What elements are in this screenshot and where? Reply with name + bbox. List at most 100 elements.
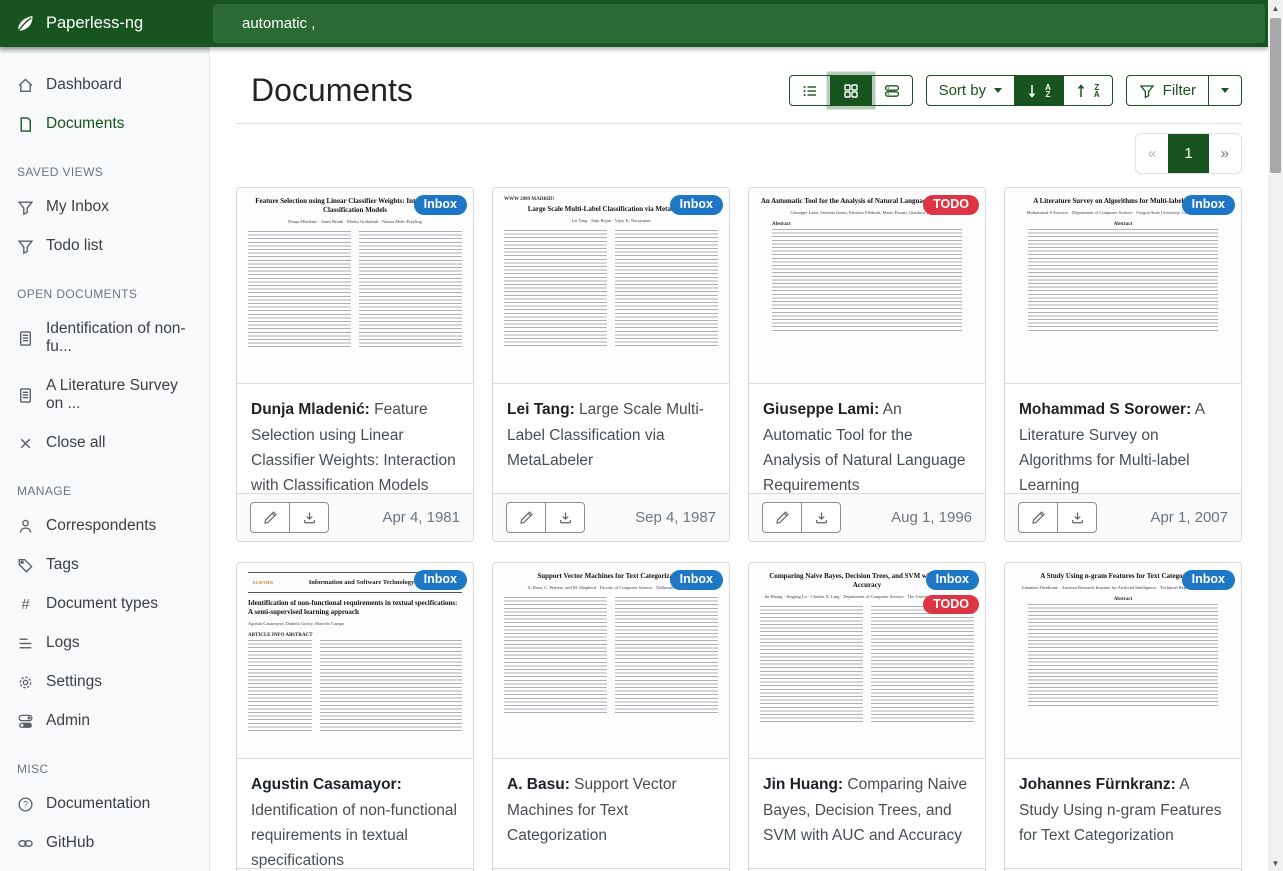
funnel-icon xyxy=(17,199,34,216)
sidebar-item-label: A Literature Survey on ... xyxy=(46,377,192,413)
document-thumbnail[interactable]: A Study Using n-gram Features for Text C… xyxy=(1005,563,1241,759)
sidebar-item-documentation[interactable]: ?Documentation xyxy=(0,788,209,820)
sidebar-item-label: Dashboard xyxy=(46,76,122,94)
list-view-button[interactable] xyxy=(789,75,831,106)
tag-badges: Inbox xyxy=(414,195,467,215)
edit-button[interactable] xyxy=(250,502,290,533)
home-icon xyxy=(17,77,34,94)
search-input[interactable] xyxy=(213,4,1265,43)
filter-button[interactable]: Filter xyxy=(1126,75,1209,106)
pagination-prev[interactable]: « xyxy=(1136,134,1168,173)
filter-controls: Filter xyxy=(1126,75,1242,106)
tag-badge-inbox[interactable]: Inbox xyxy=(670,195,723,215)
document-title-link[interactable]: Mohammad S Sorower: A Literature Survey … xyxy=(1005,384,1241,493)
document-correspondent: Dunja Mladenić: xyxy=(251,401,370,418)
top-navbar: Paperless-ng xyxy=(0,0,1268,47)
document-correspondent: Lei Tang: xyxy=(507,401,575,418)
edit-button[interactable] xyxy=(762,502,802,533)
scroll-up-arrow[interactable]: ▲ xyxy=(1268,0,1283,16)
document-card-6: Support Vector Machines for Text Categor… xyxy=(492,562,730,871)
details-view-button[interactable] xyxy=(871,75,913,106)
document-thumbnail[interactable]: Support Vector Machines for Text Categor… xyxy=(493,563,729,759)
tag-badges: Inbox xyxy=(414,570,467,590)
tag-badge-inbox[interactable]: Inbox xyxy=(414,195,467,215)
tag-badge-inbox[interactable]: Inbox xyxy=(926,570,979,590)
edit-button[interactable] xyxy=(1018,502,1058,533)
filter-dropdown-button[interactable] xyxy=(1208,75,1242,106)
tag-badges: Inbox TODO xyxy=(923,570,979,614)
download-button[interactable] xyxy=(1057,502,1097,533)
grid-view-button[interactable] xyxy=(830,75,872,106)
sidebar-item-label: Documentation xyxy=(46,795,150,813)
sidebar-item-documents[interactable]: Documents xyxy=(0,108,209,140)
card-footer: Sep 4, 1987 xyxy=(493,493,729,541)
pagination: « 1 » xyxy=(1135,133,1242,174)
sidebar-item-document-types[interactable]: #Document types xyxy=(0,588,209,620)
edit-button[interactable] xyxy=(506,502,546,533)
link-icon xyxy=(17,835,34,852)
person-icon xyxy=(17,518,34,535)
document-thumbnail[interactable]: Comparing Naive Bayes, Decision Trees, a… xyxy=(749,563,985,759)
document-title-link[interactable]: Jin Huang: Comparing Naive Bayes, Decisi… xyxy=(749,759,985,868)
document-thumbnail[interactable]: An Automatic Tool for the Analysis of Na… xyxy=(749,188,985,384)
file-text-icon xyxy=(17,330,34,347)
document-correspondent: Giuseppe Lami: xyxy=(763,401,879,418)
sort-by-button[interactable]: Sort by xyxy=(926,75,1016,106)
document-card-4: A Literature Survey on Algorithms for Mu… xyxy=(1004,187,1242,542)
sidebar-item-label: My Inbox xyxy=(46,198,109,216)
view-switcher xyxy=(789,75,913,106)
sidebar-item-admin[interactable]: Admin xyxy=(0,705,209,737)
scroll-down-arrow[interactable]: ▼ xyxy=(1268,855,1283,871)
document-correspondent: Mohammad S Sorower: xyxy=(1019,401,1191,418)
sort-ascending-button[interactable]: ZA xyxy=(1063,75,1113,106)
download-button[interactable] xyxy=(545,502,585,533)
pencil-icon xyxy=(519,510,534,525)
document-title-link[interactable]: Agustin Casamayor: Identification of non… xyxy=(237,759,473,868)
sidebar-item-github[interactable]: GitHub xyxy=(0,827,209,859)
download-button[interactable] xyxy=(801,502,841,533)
sidebar-item-dashboard[interactable]: Dashboard xyxy=(0,69,209,101)
document-title-link[interactable]: Dunja Mladenić: Feature Selection using … xyxy=(237,384,473,493)
pagination-page-1[interactable]: 1 xyxy=(1168,134,1208,173)
thumbnail-text-lines xyxy=(248,640,462,732)
pagination-next[interactable]: » xyxy=(1209,134,1241,173)
document-card-7: Comparing Naive Bayes, Decision Trees, a… xyxy=(748,562,986,871)
document-thumbnail[interactable]: A Literature Survey on Algorithms for Mu… xyxy=(1005,188,1241,384)
sidebar-item-tags[interactable]: Tags xyxy=(0,549,209,581)
sidebar-item-identification-of-non-fu[interactable]: Identification of non-fu... xyxy=(0,313,209,363)
download-icon xyxy=(302,510,317,525)
document-thumbnail[interactable]: Feature Selection using Linear Classifie… xyxy=(237,188,473,384)
document-thumbnail[interactable]: WWW 2009 MADRID!Large Scale Multi-Label … xyxy=(493,188,729,384)
thumbnail-authors: Agustin Casamayor, Daniela Godoy, Marcel… xyxy=(248,621,462,627)
scrollbar[interactable]: ▲ ▼ xyxy=(1268,0,1283,871)
document-card-8: A Study Using n-gram Features for Text C… xyxy=(1004,562,1242,871)
document-thumbnail[interactable]: ELSEVIER Information and Software Techno… xyxy=(237,563,473,759)
sort-descending-button[interactable]: AZ xyxy=(1014,75,1064,106)
tag-badge-inbox[interactable]: Inbox xyxy=(1182,570,1235,590)
tag-badge-inbox[interactable]: Inbox xyxy=(1182,195,1235,215)
sidebar-item-todo-list[interactable]: Todo list xyxy=(0,230,209,262)
sidebar-item-logs[interactable]: Logs xyxy=(0,627,209,659)
sidebar-item-label: Logs xyxy=(46,634,80,652)
download-icon xyxy=(814,510,829,525)
tag-badge-inbox[interactable]: Inbox xyxy=(670,570,723,590)
sidebar-item-settings[interactable]: Settings xyxy=(0,666,209,698)
stacked-cards-icon xyxy=(884,83,900,99)
sidebar-item-close-all[interactable]: Close all xyxy=(0,427,209,459)
brand[interactable]: Paperless-ng xyxy=(0,13,210,35)
sidebar-item-a-literature-survey-on[interactable]: A Literature Survey on ... xyxy=(0,370,209,420)
document-title-link[interactable]: Johannes Fürnkranz: A Study Using n-gram… xyxy=(1005,759,1241,868)
sidebar-item-my-inbox[interactable]: My Inbox xyxy=(0,191,209,223)
tag-badge-todo[interactable]: TODO xyxy=(923,195,979,215)
tag-badge-todo[interactable]: TODO xyxy=(923,595,979,615)
card-footer: Aug 1, 1996 xyxy=(749,493,985,541)
scrollbar-thumb[interactable] xyxy=(1270,18,1281,173)
document-title-link[interactable]: Lei Tang: Large Scale Multi-Label Classi… xyxy=(493,384,729,493)
sidebar-item-correspondents[interactable]: Correspondents xyxy=(0,510,209,542)
document-title-link[interactable]: Giuseppe Lami: An Automatic Tool for the… xyxy=(749,384,985,493)
sidebar-item-logout[interactable]: Logout xyxy=(0,866,209,871)
document-title-link[interactable]: A. Basu: Support Vector Machines for Tex… xyxy=(493,759,729,868)
tag-badge-inbox[interactable]: Inbox xyxy=(414,570,467,590)
funnel-icon xyxy=(1139,83,1155,99)
download-button[interactable] xyxy=(289,502,329,533)
